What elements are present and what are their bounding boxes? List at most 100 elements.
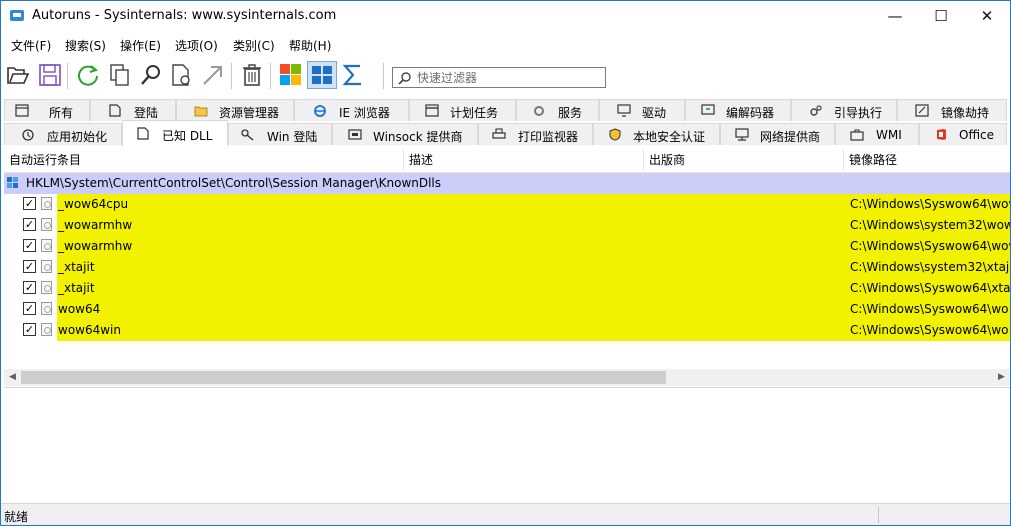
column-header-publisher[interactable]: 出版商 — [644, 149, 844, 171]
menu-file[interactable]: 文件(F) — [11, 37, 51, 54]
enable-checkbox[interactable]: ✓ — [23, 218, 36, 231]
table-row[interactable]: ✓ _xtajit C:\Windows\Syswow64\xtaj — [4, 278, 1010, 299]
shield-icon — [609, 128, 621, 141]
table-row[interactable]: ✓ _xtajit C:\Windows\system32\xtajit — [4, 257, 1010, 278]
calendar-icon — [425, 104, 439, 117]
toolbar-separator — [67, 63, 68, 89]
dll-icon — [41, 323, 52, 336]
delete-icon[interactable] — [239, 62, 265, 88]
entry-name: wow64 — [58, 302, 101, 316]
menu-options[interactable]: 选项(O) — [175, 37, 218, 54]
menu-help[interactable]: 帮助(H) — [289, 37, 331, 54]
entry-name: _xtajit — [58, 260, 95, 274]
tab-lsa-providers[interactable]: 本地安全认证 — [593, 123, 720, 145]
table-row[interactable]: ✓ _wowarmhw C:\Windows\Syswow64\wow — [4, 236, 1010, 257]
scroll-left-icon[interactable]: ◀ — [4, 369, 21, 386]
dll-icon — [41, 281, 52, 294]
column-header-row: 自动运行条目 描述 出版商 镜像路径 — [4, 149, 1010, 173]
tab-wmi[interactable]: WMI — [835, 123, 919, 145]
image-path: C:\Windows\Syswow64\wo — [850, 323, 1009, 337]
menu-category[interactable]: 类别(C) — [233, 37, 275, 54]
dll-icon — [41, 218, 52, 231]
close-button[interactable]: ✕ — [964, 1, 1010, 32]
tab-winsock[interactable]: Winsock 提供商 — [332, 123, 478, 145]
tab-network-providers[interactable]: 网络提供商 — [720, 123, 835, 145]
quick-filter-input[interactable] — [417, 69, 603, 86]
scrollbar-thumb[interactable] — [21, 371, 666, 384]
toolbar-separator — [383, 63, 384, 89]
tab-label: 引导执行 — [834, 106, 883, 120]
enable-checkbox[interactable]: ✓ — [23, 281, 36, 294]
autoruns-window: Autoruns - Sysinternals: www.sysinternal… — [0, 0, 1011, 526]
tab-boot-execute[interactable]: 引导执行 — [791, 99, 897, 121]
tab-strip: 所有 登陆 资源管理器 IE 浏览器 计划任务 服务 驱动 编解码器 引导执行 … — [1, 95, 1010, 149]
tab-scheduled-tasks[interactable]: 计划任务 — [409, 99, 516, 121]
tab-print-monitors[interactable]: 打印监视器 — [478, 123, 593, 145]
table-row[interactable]: ✓ wow64win C:\Windows\Syswow64\wo — [4, 320, 1010, 341]
tab-explorer[interactable]: 资源管理器 — [176, 99, 294, 121]
menu-search[interactable]: 搜索(S) — [65, 37, 106, 54]
tab-drivers[interactable]: 驱动 — [599, 99, 685, 121]
entry-name: _wowarmhw — [58, 218, 133, 232]
table-row[interactable]: ✓ _wowarmhw C:\Windows\system32\wow — [4, 215, 1010, 236]
tab-internet-explorer[interactable]: IE 浏览器 — [294, 99, 409, 121]
tab-services[interactable]: 服务 — [516, 99, 599, 121]
tab-label: 所有 — [49, 106, 74, 120]
menu-bar: 文件(F) 搜索(S) 操作(E) 选项(O) 类别(C) 帮助(H) — [1, 32, 1010, 56]
enable-checkbox[interactable]: ✓ — [23, 323, 36, 336]
image-path: C:\Windows\Syswow64\wow — [850, 197, 1011, 211]
tab-codecs[interactable]: 编解码器 — [685, 99, 791, 121]
registry-icon — [7, 177, 18, 188]
tab-winlogon[interactable]: Win 登陆 — [228, 123, 332, 145]
tab-label: 应用初始化 — [47, 130, 108, 144]
windows-entries-icon[interactable] — [307, 61, 337, 89]
sigma-icon[interactable] — [340, 62, 366, 88]
hijack-icon — [915, 104, 929, 117]
enable-checkbox[interactable]: ✓ — [23, 302, 36, 315]
tab-label: 打印监视器 — [518, 130, 579, 144]
ie-icon — [314, 105, 326, 117]
table-row[interactable]: ✓ _wow64cpu C:\Windows\Syswow64\wow — [4, 194, 1010, 215]
table-row[interactable]: ✓ wow64 C:\Windows\Syswow64\wo — [4, 299, 1010, 320]
window-title: Autoruns - Sysinternals: www.sysinternal… — [32, 8, 337, 23]
open-folder-icon[interactable] — [5, 62, 31, 88]
tab-label: Win 登陆 — [267, 130, 318, 144]
horizontal-scrollbar[interactable]: ◀ ▶ — [4, 369, 1010, 386]
tab-appinit[interactable]: 应用初始化 — [4, 123, 122, 145]
jump-to-icon[interactable] — [200, 62, 226, 88]
menu-entry[interactable]: 操作(E) — [120, 37, 161, 54]
properties-icon[interactable] — [169, 62, 195, 88]
microsoft-logo-icon[interactable] — [278, 62, 304, 88]
tab-logon[interactable]: 登陆 — [90, 99, 176, 121]
tab-label: Office — [959, 128, 995, 142]
quick-filter-box[interactable] — [392, 67, 606, 88]
window-list-icon — [15, 104, 29, 117]
maximize-button[interactable]: ☐ — [918, 1, 964, 32]
codec-icon — [701, 104, 715, 115]
tab-image-hijacks[interactable]: 镜像劫持 — [897, 99, 1007, 121]
tab-known-dlls[interactable]: 已知 DLL — [122, 120, 228, 146]
toolbar-separator — [270, 63, 271, 89]
network-card-icon — [348, 129, 362, 140]
network-monitor-icon — [735, 128, 749, 141]
status-bar: 就绪 — [1, 503, 1010, 525]
save-icon[interactable] — [37, 62, 63, 88]
scroll-right-icon[interactable]: ▶ — [993, 369, 1010, 386]
find-icon[interactable] — [138, 62, 164, 88]
enable-checkbox[interactable]: ✓ — [23, 260, 36, 273]
tab-office[interactable]: Office — [919, 123, 1007, 145]
enable-checkbox[interactable]: ✓ — [23, 197, 36, 210]
column-header-image-path[interactable]: 镜像路径 — [844, 149, 1010, 171]
image-path: C:\Windows\Syswow64\wo — [850, 302, 1009, 316]
tab-everything[interactable]: 所有 — [4, 99, 90, 121]
refresh-icon[interactable] — [75, 62, 101, 88]
minimize-button[interactable]: — — [872, 1, 918, 32]
dll-icon — [41, 239, 52, 252]
column-header-autorun-entry[interactable]: 自动运行条目 — [4, 149, 404, 171]
enable-checkbox[interactable]: ✓ — [23, 239, 36, 252]
copy-icon[interactable] — [107, 62, 133, 88]
registry-key-group-row[interactable]: HKLM\System\CurrentControlSet\Control\Se… — [4, 173, 1010, 194]
app-icon — [10, 10, 24, 21]
column-header-description[interactable]: 描述 — [404, 149, 644, 171]
folder-icon — [194, 106, 208, 117]
